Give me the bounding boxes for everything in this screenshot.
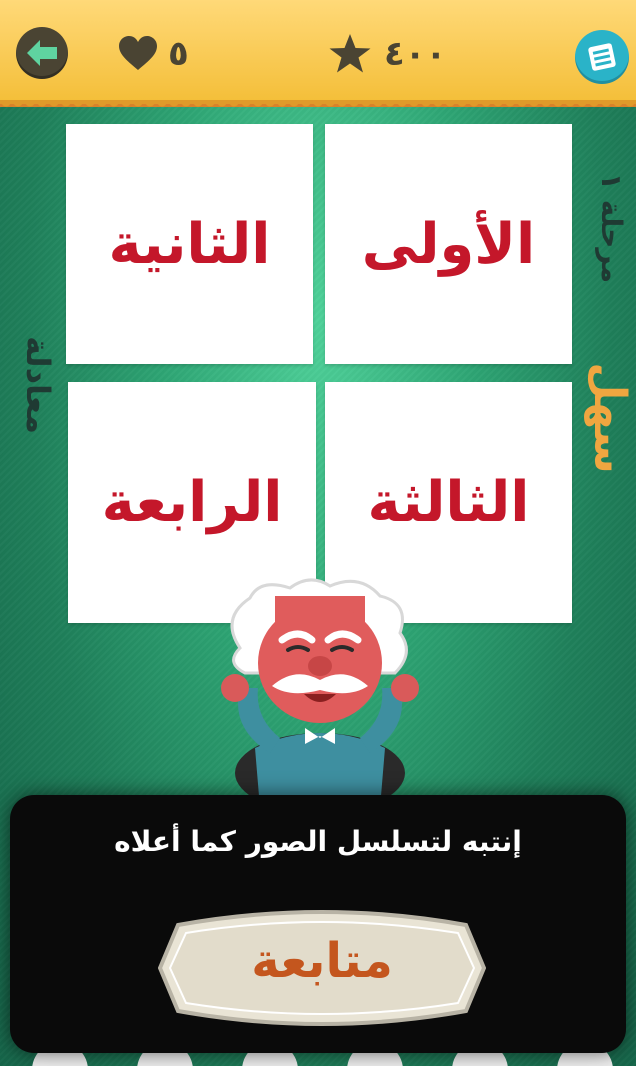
continue-button-shape	[157, 910, 487, 1026]
heart-icon	[119, 36, 157, 70]
star-icon	[329, 34, 371, 73]
arrow-left-icon	[27, 40, 57, 66]
lives-value: ٥	[168, 34, 189, 74]
tile-second[interactable]: الثانية	[66, 124, 313, 364]
lives-counter: ٥	[118, 30, 189, 78]
top-bar: ٥ ٤٠٠	[0, 0, 636, 110]
back-button[interactable]	[16, 27, 68, 79]
scientist-character	[221, 578, 419, 808]
menu-icon	[588, 43, 616, 71]
instruction-dialog: إنتبه لتسلسل الصور كما أعلاه متابعة	[10, 795, 626, 1053]
tile-first[interactable]: الأولى	[325, 124, 572, 364]
stage-label: مرحلة ١	[595, 172, 629, 284]
continue-button[interactable]: متابعة	[157, 903, 487, 1033]
menu-button[interactable]	[575, 30, 629, 84]
score-value: ٤٠٠	[384, 34, 447, 74]
dialog-message: إنتبه لتسلسل الصور كما أعلاه	[114, 825, 522, 858]
score-counter: ٤٠٠	[328, 30, 446, 78]
difficulty-label: سهل	[584, 362, 636, 474]
